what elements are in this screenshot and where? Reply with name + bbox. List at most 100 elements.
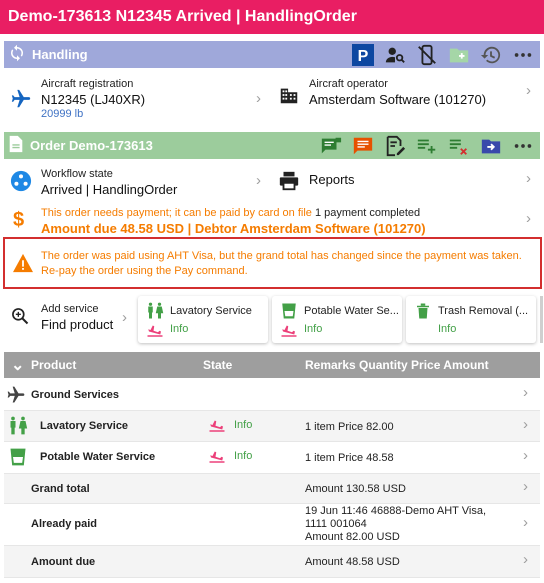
chevron-right-icon: › — [523, 384, 528, 401]
cards-scrollbar[interactable] — [540, 296, 543, 343]
amount-due-line: Amount due 48.58 USD | Debtor Amsterdam … — [41, 221, 426, 236]
already-paid-amount: Amount 82.00 USD — [305, 531, 400, 543]
product-name: Lavatory Service — [40, 420, 129, 432]
grand-total-label: Grand total — [31, 483, 90, 495]
service-card-title: Lavatory Service — [170, 305, 252, 317]
product-details: 1 item Price 82.00 — [305, 421, 394, 433]
already-paid-label: Already paid — [31, 518, 98, 530]
chevron-right-icon: › — [526, 82, 531, 99]
grand-total-value: Amount 130.58 USD — [305, 483, 406, 495]
document-icon — [8, 135, 24, 156]
payment-count-text: 1 payment completed — [314, 207, 421, 219]
plane-arrival-icon — [208, 449, 226, 466]
chevron-right-icon: › — [523, 416, 528, 433]
chevron-right-icon: › — [523, 551, 528, 568]
aircraft-registration-value: N12345 (LJ40XR) — [41, 92, 146, 107]
chevron-right-icon: › — [526, 170, 531, 187]
phone-off-icon[interactable] — [414, 43, 440, 67]
warning-icon — [12, 253, 34, 276]
handling-section-header: Handling P — [4, 41, 540, 68]
workflow-icon — [10, 170, 32, 195]
workflow-state-label: Workflow state — [41, 168, 113, 180]
aircraft-registration-label: Aircraft registration — [41, 78, 134, 90]
add-service-button[interactable]: Add service Find product › — [4, 296, 134, 343]
person-search-icon[interactable] — [382, 43, 408, 67]
refresh-icon[interactable] — [8, 44, 26, 65]
more-icon[interactable] — [510, 134, 536, 158]
group-name: Ground Services — [31, 389, 120, 401]
warning-text: The order was paid using AHT Visa, but t… — [41, 250, 522, 277]
product-state: Info — [234, 450, 253, 462]
service-card-title: Potable Water Se... — [304, 305, 398, 317]
trash-icon — [414, 302, 432, 323]
column-state[interactable]: State — [203, 358, 232, 372]
product-details: 1 item Price 48.58 — [305, 452, 394, 464]
payment-warning-alert: The order was paid using AHT Visa, but t… — [3, 237, 542, 289]
svg-text:P: P — [358, 48, 369, 65]
service-card-potable-water[interactable]: Potable Water Se... Info — [272, 296, 402, 343]
service-card-trash-removal[interactable]: Trash Removal (... Info — [406, 296, 536, 343]
plane-arrival-icon — [208, 418, 226, 435]
amount-due-label: Amount due — [31, 556, 96, 568]
chat-lock-icon[interactable] — [318, 134, 344, 158]
payment-note: This order needs payment; it can be paid… — [41, 207, 420, 219]
more-icon[interactable] — [510, 43, 536, 67]
move-to-folder-icon[interactable] — [478, 134, 504, 158]
aircraft-operator-label: Aircraft operator — [309, 78, 388, 90]
chevron-right-icon: › — [523, 514, 528, 531]
order-section-header: Order Demo-173613 — [4, 132, 540, 159]
workflow-state-field[interactable]: Workflow state Arrived | HandlingOrder › — [4, 162, 270, 202]
amount-due-value: Amount 48.58 USD — [305, 556, 400, 568]
dollar-icon: $ — [13, 209, 25, 231]
service-card-lavatory[interactable]: Lavatory Service Info — [138, 296, 268, 343]
aircraft-operator-value: Amsterdam Software (101270) — [309, 92, 487, 107]
building-icon — [278, 84, 300, 109]
products-table-header: ⌄ Product State Remarks Quantity Price A… — [4, 352, 540, 378]
group-row-ground-services[interactable]: Ground Services › — [4, 378, 540, 411]
reports-button[interactable]: Reports › — [272, 162, 540, 202]
column-remarks-quantity-price-amount[interactable]: Remarks Quantity Price Amount — [305, 358, 489, 372]
aircraft-registration-field[interactable]: Aircraft registration N12345 (LJ40XR) 20… — [4, 72, 270, 126]
table-row-potable-water[interactable]: Potable Water Service Info 1 item Price … — [4, 442, 540, 474]
restroom-icon — [8, 416, 28, 439]
workflow-state-value: Arrived | HandlingOrder — [41, 182, 178, 197]
service-card-status: Info — [170, 323, 189, 335]
aircraft-weight: 20999 lb — [41, 108, 84, 120]
plane-arrival-icon — [280, 323, 298, 340]
add-list-icon[interactable] — [414, 134, 440, 158]
chevron-right-icon: › — [526, 210, 531, 227]
water-cup-icon — [8, 447, 28, 470]
already-paid-line-2: 1111 001064 — [305, 518, 367, 530]
product-state: Info — [234, 419, 253, 431]
payment-status-row[interactable]: $ This order needs payment; it can be pa… — [4, 204, 540, 236]
handling-title: Handling — [32, 47, 88, 62]
chevron-right-icon: › — [256, 90, 261, 107]
service-card-status: Info — [304, 323, 323, 335]
water-cup-icon — [280, 302, 298, 323]
chevron-right-icon: › — [122, 309, 127, 326]
column-product[interactable]: Product — [31, 358, 76, 372]
airplane-icon — [10, 88, 32, 113]
collapse-chevron-icon[interactable]: ⌄ — [11, 355, 24, 375]
window-title: Demo-173613 N12345 Arrived | HandlingOrd… — [0, 0, 544, 34]
parking-icon[interactable]: P — [350, 43, 376, 67]
edit-document-icon[interactable] — [382, 134, 408, 158]
restroom-icon — [146, 302, 164, 323]
airplane-icon — [6, 385, 26, 408]
service-card-status: Info — [438, 323, 457, 335]
aircraft-operator-field[interactable]: Aircraft operator Amsterdam Software (10… — [272, 72, 540, 126]
table-row-lavatory[interactable]: Lavatory Service Info 1 item Price 82.00… — [4, 411, 540, 442]
find-product-label: Find product — [41, 317, 114, 332]
comment-icon[interactable] — [350, 134, 376, 158]
reports-label: Reports — [309, 172, 355, 187]
history-icon[interactable] — [478, 43, 504, 67]
folder-add-icon[interactable] — [446, 43, 472, 67]
already-paid-row[interactable]: Already paid 19 Jun 11:46 46888-Demo AHT… — [4, 504, 540, 546]
grand-total-row[interactable]: Grand total Amount 130.58 USD › — [4, 474, 540, 504]
remove-list-icon[interactable] — [446, 134, 472, 158]
chevron-right-icon: › — [523, 478, 528, 495]
service-card-title: Trash Removal (... — [438, 305, 529, 317]
add-service-label: Add service — [41, 303, 99, 315]
amount-due-row[interactable]: Amount due Amount 48.58 USD › — [4, 546, 540, 578]
plane-arrival-icon — [146, 323, 164, 340]
